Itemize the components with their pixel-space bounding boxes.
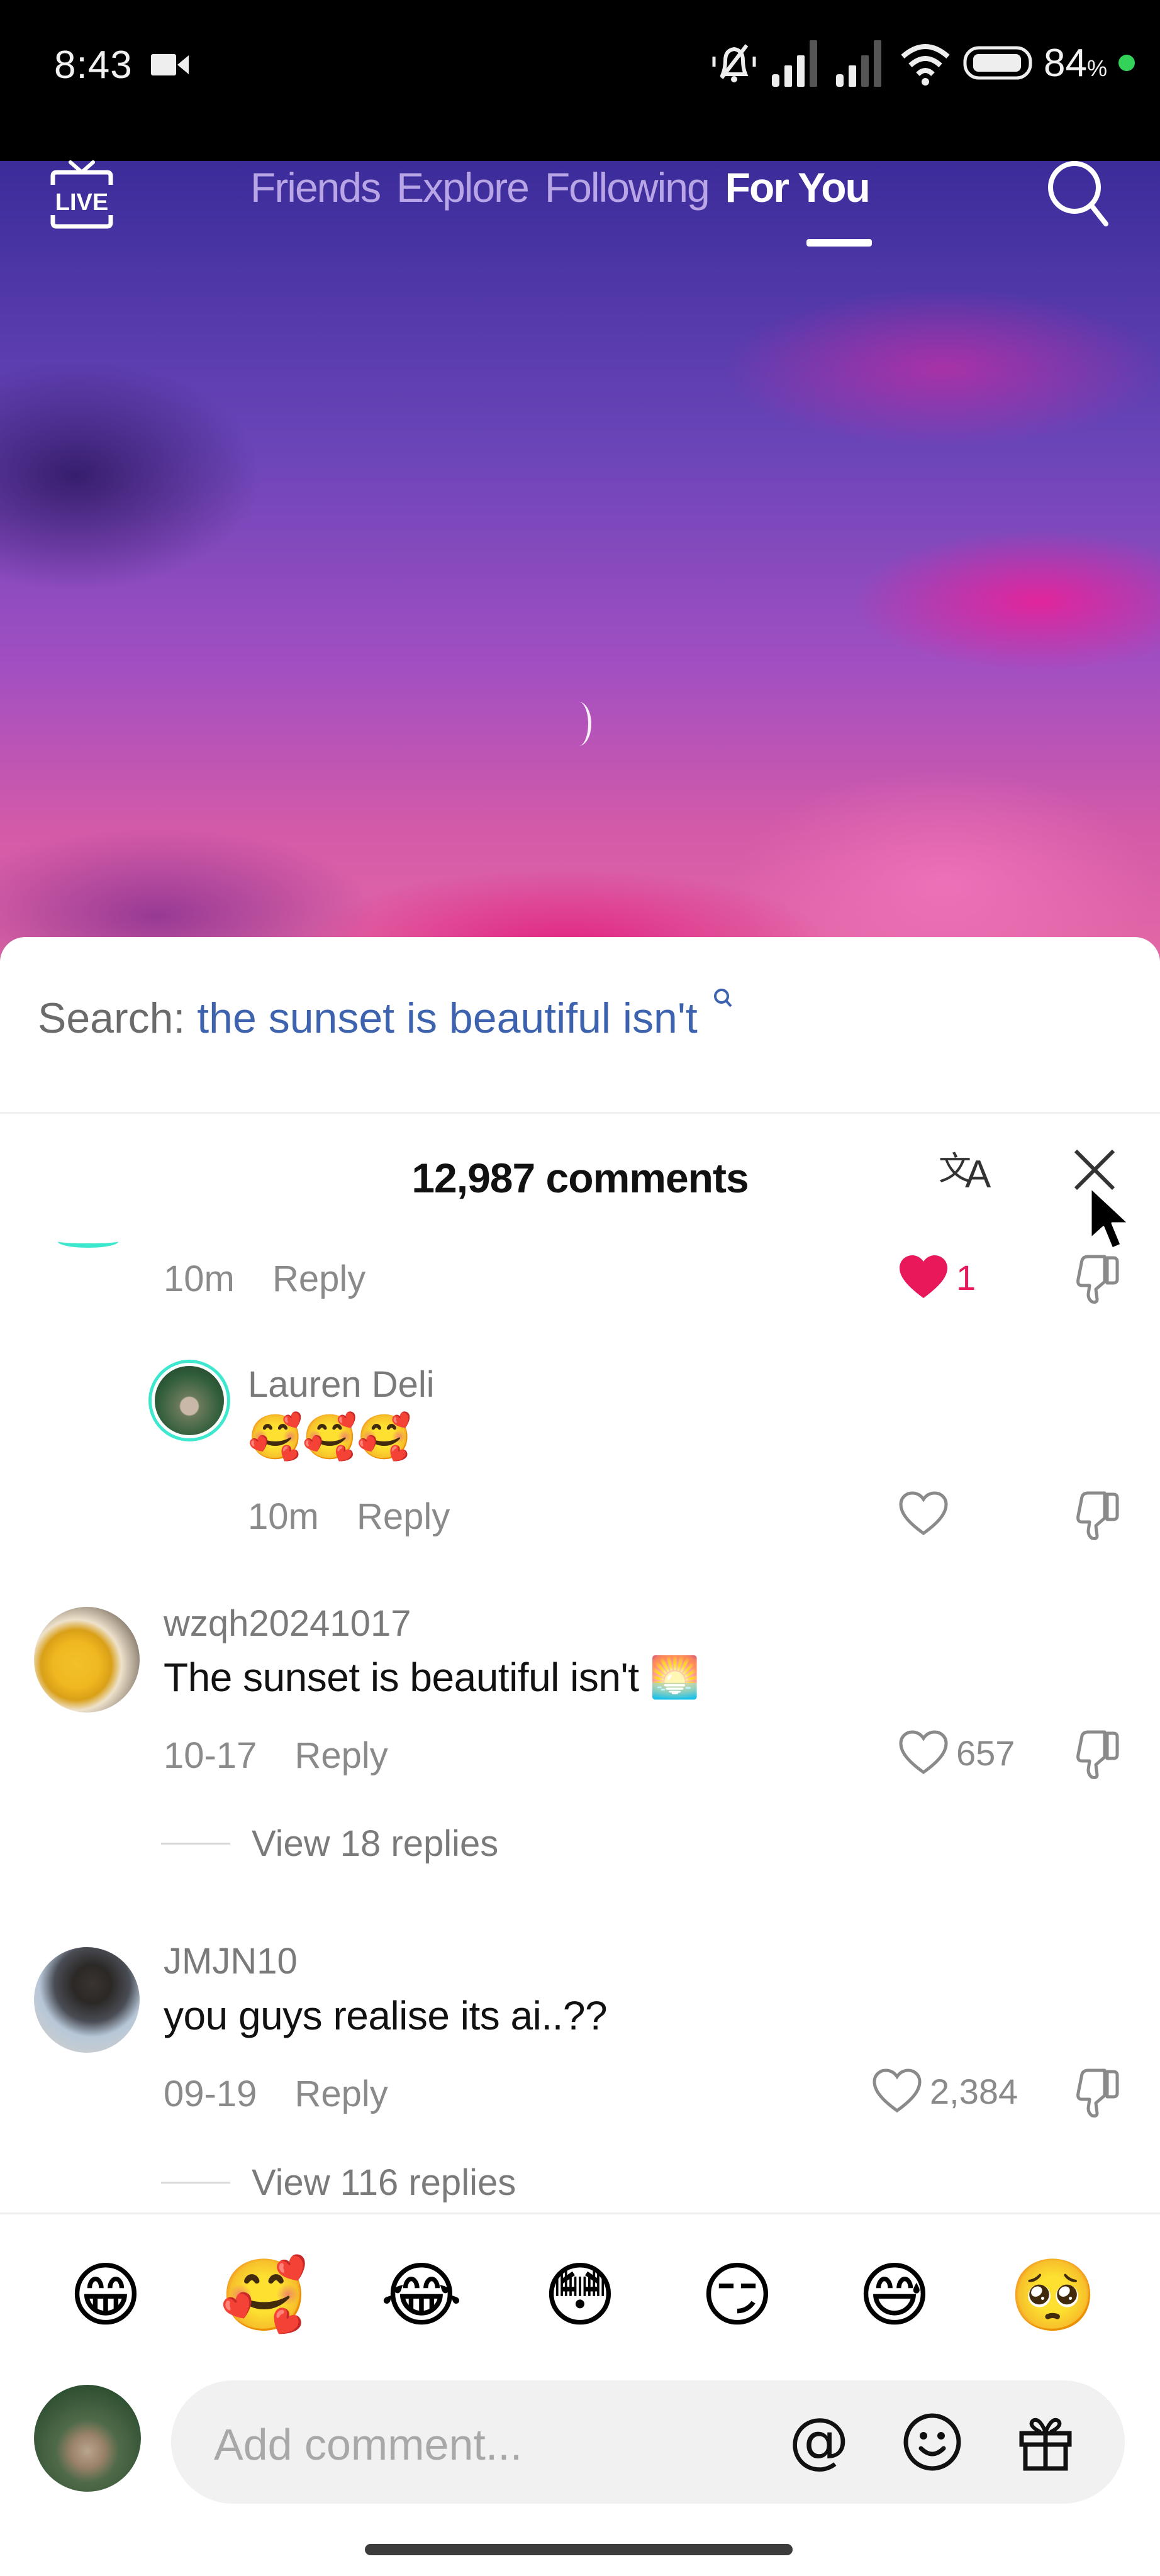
quick-emoji-bar: 😁 🥰 😂 😳 😏 😅 🥺 [0,2255,1160,2336]
like-button[interactable]: 1 [898,1254,976,1301]
like-button[interactable]: 2,384 [872,2068,1018,2114]
green-dot-indicator [1118,55,1135,71]
battery-percent: 84% [1044,41,1107,85]
emoji-smiling-hearts-button[interactable]: 🥰 [220,2255,308,2336]
like-button[interactable]: 657 [898,1729,1015,1776]
reply-button[interactable]: Reply [294,1735,388,1776]
search-term[interactable]: the sunset is beautiful isn't [197,994,697,1042]
emoji-flushed-button[interactable]: 😳 [536,2255,624,2336]
comment-meta: 10-17 Reply [164,1735,388,1777]
svg-text:@: @ [789,2411,849,2473]
signal-icon [772,40,818,87]
emoji-pleading-button[interactable]: 🥺 [1009,2255,1097,2336]
home-indicator[interactable] [365,2544,793,2555]
view-replies-label[interactable]: View 116 replies [252,2162,516,2204]
comment-input[interactable]: Add comment... @ [171,2380,1125,2504]
comment-time: 10m [164,1258,235,1299]
reply-button[interactable]: Reply [294,2074,388,2114]
related-search-link[interactable]: Search: the sunset is beautiful isn't [38,989,732,1043]
dislike-icon[interactable] [1071,1729,1121,1780]
comment-meta: 10m Reply [164,1258,365,1300]
comment-text: you guys realise its ai..?? [164,1993,608,2038]
status-icons: 84% [709,38,1135,88]
signal-icon [836,40,882,87]
comment-meta: 10m Reply [248,1496,450,1538]
comment-input-placeholder: Add comment... [214,2420,523,2469]
dislike-icon[interactable] [1071,2068,1121,2118]
battery-icon [963,46,1032,80]
comment-meta: 09-19 Reply [164,2073,388,2115]
mute-bell-icon [712,44,756,82]
search-icon[interactable] [1043,156,1112,231]
emoji-grin-button[interactable]: 😁 [62,2255,150,2336]
comment-time: 09-19 [164,2074,257,2114]
tab-explore[interactable]: Explore [396,164,530,211]
like-count: 1 [956,1257,976,1297]
gift-icon[interactable] [1014,2411,1077,2473]
dislike-icon[interactable] [1071,1491,1121,1541]
divider [0,1112,1160,1114]
video-player[interactable] [0,161,1160,979]
comment-time: 10m [248,1496,319,1537]
tab-following[interactable]: Following [545,164,710,211]
video-record-icon [151,54,189,75]
status-bar: 8:43 84% [0,0,1160,161]
top-nav: LIVE Friends Explore Following For You [0,145,1160,270]
avatar-ring-partial [58,1235,118,1248]
tab-friends[interactable]: Friends [250,164,381,211]
svg-text:LIVE: LIVE [55,189,108,216]
comment-username[interactable]: JMJN10 [164,1940,298,1982]
emoji-sweat-smile-button[interactable]: 😅 [850,2255,939,2336]
like-count: 657 [956,1733,1015,1773]
view-replies-label[interactable]: View 18 replies [252,1823,498,1865]
comment-text: The sunset is beautiful isn't 🌅 [164,1655,700,1700]
view-replies-button[interactable]: View 18 replies [161,1823,498,1865]
view-replies-button[interactable]: View 116 replies [161,2162,516,2204]
wifi-icon [901,44,950,86]
divider [161,1843,230,1845]
mention-icon[interactable]: @ [788,2411,850,2473]
emoji-joy-button[interactable]: 😂 [377,2255,466,2336]
mouse-cursor-icon [1090,1187,1130,1250]
comment-time: 10-17 [164,1735,257,1776]
like-button[interactable] [898,1491,949,1537]
heart-outline-icon [899,1730,948,1775]
divider [0,2212,1160,2214]
avatar[interactable] [34,1947,140,2053]
search-icon [713,989,732,1008]
my-avatar[interactable] [34,2385,141,2492]
heart-outline-icon [873,2068,922,2113]
dislike-icon[interactable] [1071,1254,1121,1304]
search-prefix: Search: [38,994,186,1042]
status-time: 8:43 [54,43,133,87]
reply-button[interactable]: Reply [357,1496,450,1537]
reply-button[interactable]: Reply [272,1258,365,1299]
comment-username[interactable]: Lauren Deli [248,1363,435,1406]
svg-text:A: A [965,1153,991,1195]
comment-text: 🥰🥰🥰 [248,1413,411,1462]
emoji-icon[interactable] [901,2411,964,2473]
heart-filled-icon [900,1255,947,1298]
tab-for-you[interactable]: For You [725,164,871,211]
active-tab-indicator [806,239,872,247]
live-tv-icon[interactable]: LIVE [44,157,120,233]
emoji-smirk-button[interactable]: 😏 [693,2255,781,2336]
feed-tabs: Friends Explore Following For You [250,164,871,211]
heart-outline-icon [899,1491,948,1536]
avatar[interactable] [148,1360,230,1441]
comment-username[interactable]: wzqh20241017 [164,1602,411,1645]
translate-icon[interactable]: 文 A [939,1145,995,1195]
like-count: 2,384 [930,2071,1018,2111]
avatar[interactable] [34,1607,140,1713]
divider [161,2182,230,2184]
moon-crescent [566,702,591,746]
